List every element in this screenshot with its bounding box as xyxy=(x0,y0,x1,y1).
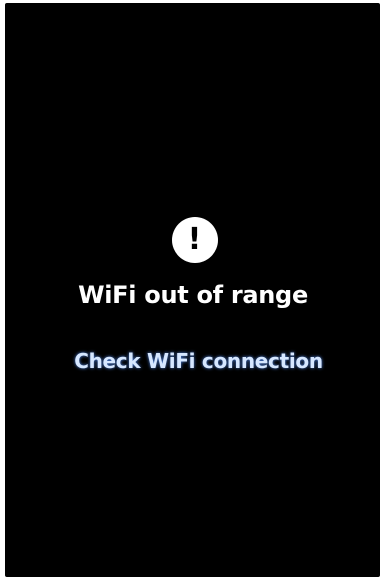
check-wifi-connection-link[interactable]: Check WiFi connection xyxy=(74,349,323,373)
exclamation-glyph: ! xyxy=(187,222,202,257)
alert-title: WiFi out of range xyxy=(78,281,308,309)
screen: ! WiFi out of range Check WiFi connectio… xyxy=(5,3,380,577)
wifi-alert: ! WiFi out of range Check WiFi connectio… xyxy=(5,217,380,373)
device-frame: ! WiFi out of range Check WiFi connectio… xyxy=(0,0,386,582)
exclamation-icon: ! xyxy=(171,217,218,263)
